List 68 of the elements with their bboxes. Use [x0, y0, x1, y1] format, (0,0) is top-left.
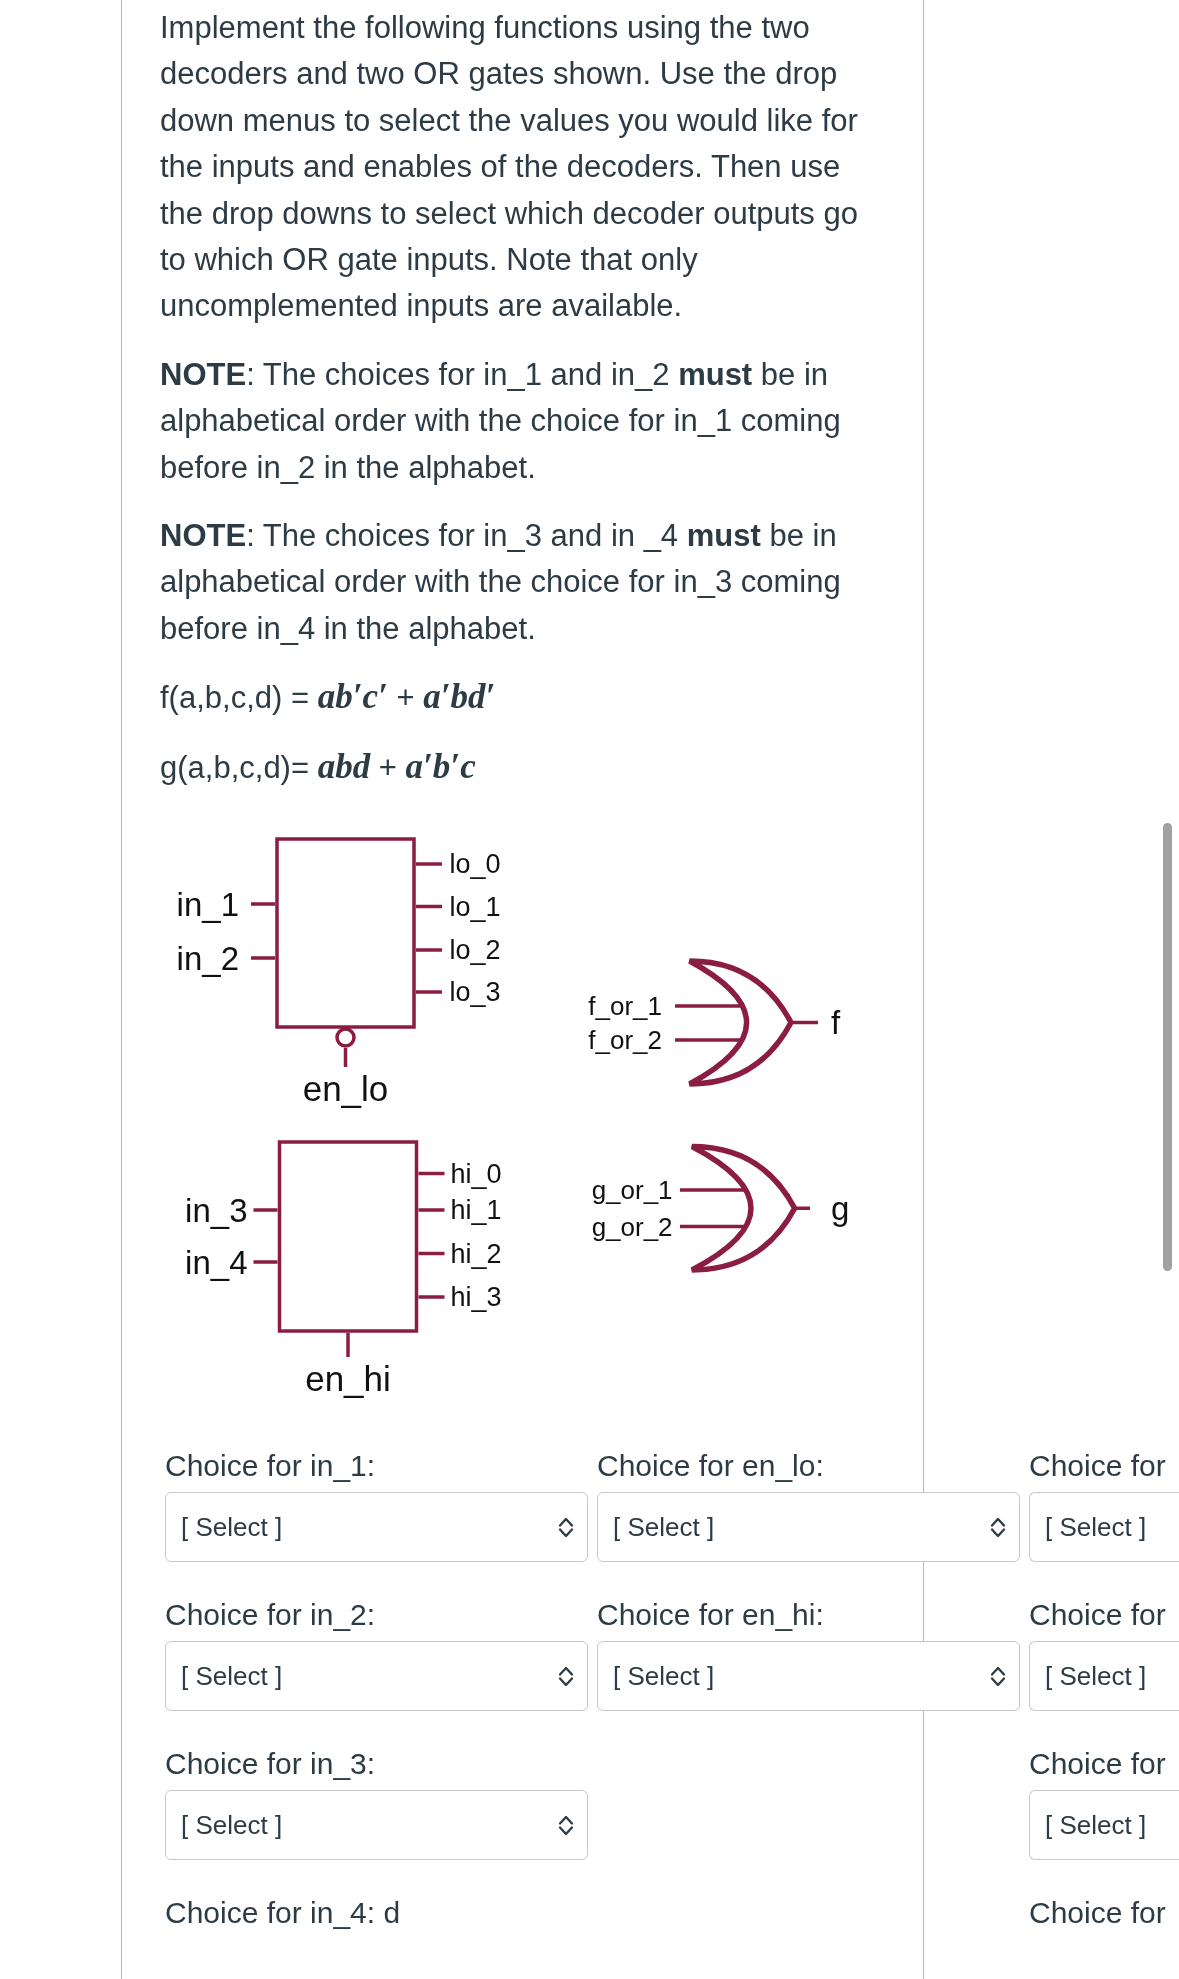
field-label: Choice for in_2:	[165, 1597, 377, 1634]
field-label: Choice for in_3:	[165, 1746, 377, 1783]
pin-line	[680, 1188, 744, 1192]
field-label: Choice for en_lo:	[597, 1448, 825, 1485]
pin-label: lo_3	[449, 977, 501, 1008]
pin-label: in_3	[185, 1191, 248, 1229]
choice-text: Choice for in_4: d	[165, 1895, 402, 1932]
field-label: Choice for	[1029, 1746, 1167, 1783]
pin-line	[680, 1224, 744, 1229]
choice-text: Choice for	[1029, 1895, 1167, 1932]
pin-label: g_or_1	[591, 1175, 673, 1206]
select-dropdown[interactable]: [ Select ]	[597, 1492, 1020, 1563]
paragraph-text: Implement the following functions using the two decoders and two OR gates shown. Use the drop down menus to select the values you would like for the inputs and enables of the decoders. Then use the drop downs to select which decoder outputs go to which OR gate inputs. Note that only uncomplemented inputs are available.	[160, 9, 859, 326]
enable-line	[343, 1048, 348, 1068]
select-dropdown[interactable]: [ Select ]	[597, 1641, 1020, 1712]
pin-label: hi_0	[450, 1158, 502, 1189]
pin-label: hi_1	[450, 1195, 502, 1226]
pin-line	[416, 948, 442, 952]
pin-label: lo_2	[449, 935, 501, 966]
pin-label: in_4	[185, 1243, 248, 1281]
pin-label: in_2	[176, 939, 239, 977]
pin-label: f_or_2	[588, 1025, 662, 1056]
pin-label: f_or_1	[588, 991, 662, 1022]
chevron-updown-icon	[558, 1515, 574, 1539]
pin-line	[418, 1295, 445, 1299]
select-dropdown[interactable]: [ Select ]	[1029, 1790, 1179, 1861]
field-label: Choice for	[1029, 1448, 1167, 1485]
chevron-updown-icon	[558, 1813, 574, 1837]
select-dropdown[interactable]: [ Select ]	[165, 1641, 588, 1712]
pin-line	[793, 1020, 818, 1025]
pin-label: lo_0	[449, 849, 501, 880]
pin-label: g	[831, 1189, 850, 1227]
enable-line	[346, 1333, 350, 1358]
field-label: Choice for	[1029, 1597, 1167, 1634]
pin-label: en_lo	[302, 1068, 389, 1108]
chevron-updown-icon	[558, 1664, 574, 1688]
pin-label: hi_3	[450, 1282, 502, 1313]
field-label: Choice for en_hi:	[597, 1597, 825, 1634]
pin-label: f	[831, 1004, 841, 1042]
paragraph-text: NOTE: The choices for in_3 and in _4 must be in alphabetical order with the choice for in_3 coming before in_4 in the alphabet.	[160, 517, 842, 648]
chevron-updown-icon	[990, 1515, 1006, 1539]
pin-line	[416, 904, 442, 909]
select-dropdown[interactable]: [ Select ]	[1029, 1492, 1179, 1563]
paragraph-text: NOTE: The choices for in_1 and in_2 must be in alphabetical order with the choice for in_1 coming before in_2 in the alphabet.	[160, 355, 842, 487]
pin-label: hi_2	[450, 1238, 502, 1269]
pin-line	[251, 902, 275, 906]
select-dropdown[interactable]: [ Select ]	[165, 1790, 588, 1861]
pin-line	[418, 1208, 445, 1212]
pin-label: g_or_2	[591, 1211, 673, 1242]
scrollbar-thumb[interactable]	[1163, 823, 1172, 1271]
equation-text: g(a,b,c,d)= abd + a′b′c	[160, 745, 476, 788]
pin-line	[253, 1208, 278, 1212]
pin-line	[418, 1171, 445, 1176]
pin-line	[253, 1260, 278, 1264]
pin-label: in_1	[176, 885, 239, 923]
pin-label: lo_1	[449, 891, 501, 922]
equation-text: f(a,b,c,d) = ab′c′ + a′bd′	[160, 676, 496, 719]
chevron-updown-icon	[990, 1664, 1006, 1688]
pin-line	[675, 1004, 741, 1008]
select-dropdown[interactable]: [ Select ]	[1029, 1641, 1179, 1712]
pin-line	[416, 862, 442, 866]
pin-line	[418, 1251, 445, 1256]
pin-line	[675, 1038, 740, 1042]
field-label: Choice for in_1:	[165, 1448, 377, 1485]
pin-line	[251, 956, 275, 960]
pin-line	[416, 990, 442, 994]
pin-label: en_hi	[305, 1358, 391, 1398]
select-dropdown[interactable]: [ Select ]	[165, 1492, 588, 1563]
